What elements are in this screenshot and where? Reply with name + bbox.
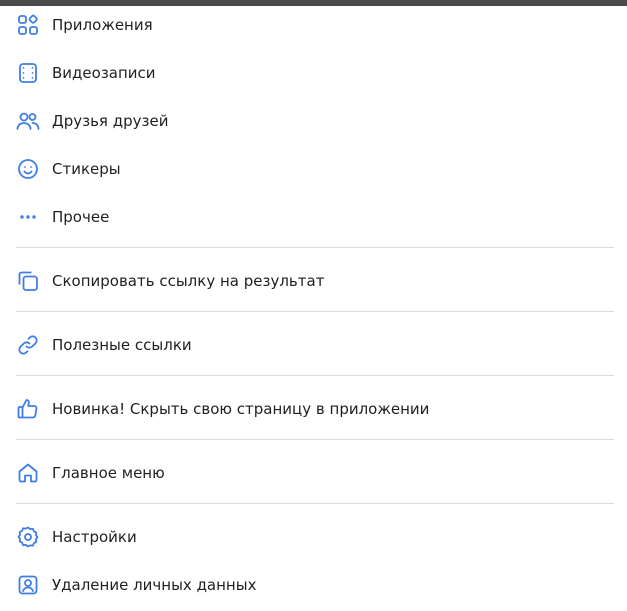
- smile-icon: [16, 157, 40, 181]
- user-card-icon: [16, 573, 40, 597]
- menu-item-copy-result-link[interactable]: Скопировать ссылку на результат: [0, 259, 627, 303]
- divider: [16, 311, 614, 312]
- menu-item-label: Стикеры: [52, 160, 121, 178]
- divider: [16, 247, 614, 248]
- menu-item-label: Настройки: [52, 528, 137, 546]
- menu-item-settings[interactable]: Настройки: [0, 515, 627, 559]
- film-icon: [16, 61, 40, 85]
- menu-item-label: Новинка! Скрыть свою страницу в приложен…: [52, 400, 430, 418]
- menu-item-label: Удаление личных данных: [52, 576, 257, 594]
- divider: [16, 503, 614, 504]
- menu-item-label: Полезные ссылки: [52, 336, 192, 354]
- divider: [16, 439, 614, 440]
- menu-item-label: Прочее: [52, 208, 110, 226]
- menu-item-hide-page[interactable]: Новинка! Скрыть свою страницу в приложен…: [0, 387, 627, 431]
- menu-item-friends-of-friends[interactable]: Друзья друзей: [0, 99, 627, 143]
- menu-item-label: Скопировать ссылку на результат: [52, 272, 325, 290]
- menu-item-label: Друзья друзей: [52, 112, 169, 130]
- menu-item-stickers[interactable]: Стикеры: [0, 147, 627, 191]
- menu-item-label: Приложения: [52, 16, 153, 34]
- divider: [16, 375, 614, 376]
- home-icon: [16, 461, 40, 485]
- apps-icon: [16, 13, 40, 37]
- link-icon: [16, 333, 40, 357]
- menu-item-label: Главное меню: [52, 464, 165, 482]
- menu-item-more[interactable]: Прочее: [0, 195, 627, 239]
- more-icon: [16, 205, 40, 229]
- menu-item-delete-personal-data[interactable]: Удаление личных данных: [0, 563, 627, 607]
- menu-item-main-menu[interactable]: Главное меню: [0, 451, 627, 495]
- menu-item-videos[interactable]: Видеозаписи: [0, 51, 627, 95]
- gear-icon: [16, 525, 40, 549]
- menu-item-useful-links[interactable]: Полезные ссылки: [0, 323, 627, 367]
- copy-icon: [16, 269, 40, 293]
- thumbs-up-icon: [16, 397, 40, 421]
- menu-item-label: Видеозаписи: [52, 64, 156, 82]
- menu-item-apps[interactable]: Приложения: [0, 3, 627, 47]
- users-icon: [16, 109, 40, 133]
